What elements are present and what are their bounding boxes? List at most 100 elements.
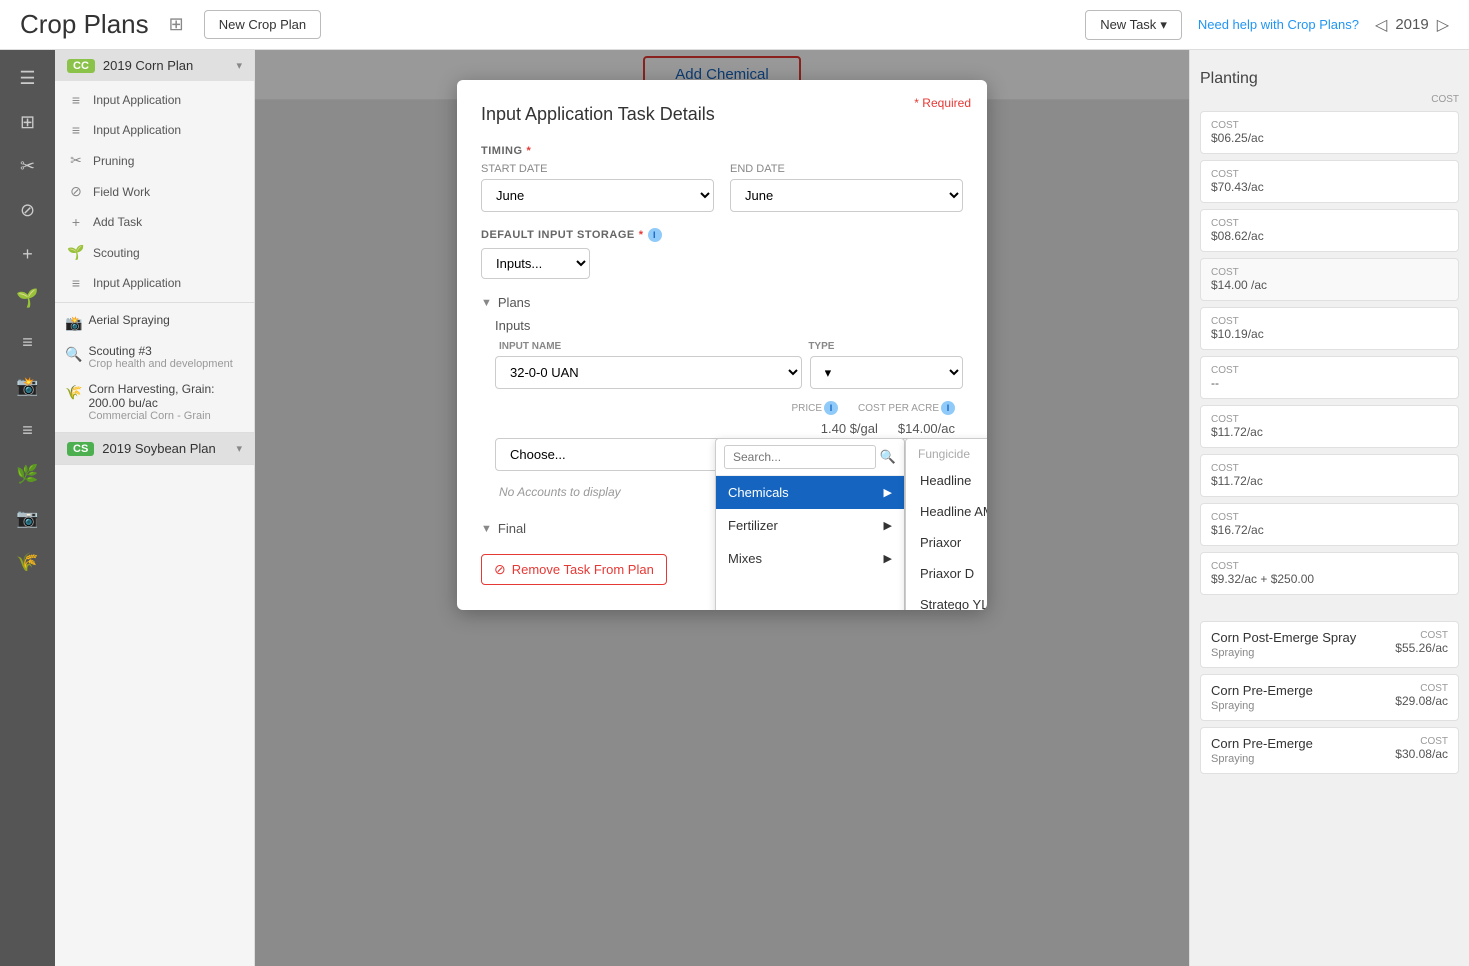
sidebar-icon-camera[interactable]: 📸: [10, 368, 46, 404]
next-year-button[interactable]: ▷: [1437, 15, 1449, 35]
right-item-9: COST $16.72/ac: [1200, 503, 1459, 546]
corn-plan-arrow: ▾: [236, 59, 242, 72]
required-note: * Required: [914, 96, 971, 110]
right-item-1: COST $06.25/ac: [1200, 111, 1459, 154]
input1-type-select[interactable]: ▾: [810, 356, 963, 389]
corn-item-input1[interactable]: ≡ Input Application: [55, 85, 254, 115]
soybean-plan-badge: CS: [67, 442, 94, 456]
left-panel: CC 2019 Corn Plan ▾ ≡ Input Application …: [55, 50, 255, 966]
timing-row: TIMING * START DATE June END DATE: [481, 145, 963, 212]
right-item-2: COST $70.43/ac: [1200, 160, 1459, 203]
corn-item-add[interactable]: + Add Task: [55, 207, 254, 237]
new-task-button[interactable]: New Task ▾: [1085, 10, 1182, 40]
final-arrow: ▼: [481, 523, 492, 535]
category-mixes[interactable]: Mixes ▶: [716, 542, 904, 575]
item-headline[interactable]: Headline: [906, 465, 987, 496]
modal-overlay: Input Application Task Details * Require…: [255, 50, 1189, 966]
corn-plan-section: CC 2019 Corn Plan ▾ ≡ Input Application …: [55, 50, 254, 433]
prev-year-button[interactable]: ◁: [1375, 15, 1387, 35]
planting-header: Planting: [1200, 60, 1459, 94]
top-header: Crop Plans ⊞ New Crop Plan New Task ▾ Ne…: [0, 0, 1469, 50]
year-nav: ◁ 2019 ▷: [1375, 15, 1449, 35]
corn-plan-badge: CC: [67, 59, 95, 73]
grid-icon[interactable]: ⊞: [169, 14, 184, 35]
soybean-plan-name: 2019 Soybean Plan: [102, 441, 215, 456]
input-row-1: 32-0-0 UAN ▾: [495, 356, 963, 389]
corn-pre-emerge-2: Corn Pre-Emerge Spraying COST $30.08/ac: [1200, 727, 1459, 774]
modal-title: Input Application Task Details: [481, 104, 963, 125]
end-date-select[interactable]: June: [730, 179, 963, 212]
price-info-icon: i: [824, 401, 838, 415]
right-item-10: COST $9.32/ac + $250.00: [1200, 552, 1459, 595]
storage-row: DEFAULT INPUT STORAGE * i Inputs...: [481, 228, 963, 279]
mixes-arrow-icon: ▶: [884, 552, 892, 565]
soybean-plan-section: CS 2019 Soybean Plan ▾: [55, 433, 254, 465]
corn-pre-emerge-1: Corn Pre-Emerge Spraying COST $29.08/ac: [1200, 674, 1459, 721]
left-sidebar: ☰ ⊞ ✂ ⊘ + 🌱 ≡ 📸 ≡ 🌿 📷 🌾: [0, 50, 55, 966]
corn-post-emerge: Corn Post-Emerge Spray Spraying COST $55…: [1200, 621, 1459, 668]
item-headline-amp[interactable]: Headline AMP: [906, 496, 987, 527]
input-icon-3: ≡: [67, 275, 85, 291]
input1-select[interactable]: 32-0-0 UAN: [495, 356, 802, 389]
new-crop-plan-button[interactable]: New Crop Plan: [204, 10, 321, 39]
sidebar-icon-scan[interactable]: ≡: [10, 412, 46, 448]
storage-info-icon: i: [648, 228, 662, 242]
right-item-6: COST --: [1200, 356, 1459, 399]
start-date-select[interactable]: June: [481, 179, 714, 212]
harvest-icon: 🌾: [65, 384, 82, 401]
cost-info-icon: i: [941, 401, 955, 415]
plans-section: ▼ Plans Inputs INPUT NAME TYPE: [481, 295, 963, 505]
corn-item-input3[interactable]: ≡ Input Application: [55, 268, 254, 298]
chevron-down-icon: ▾: [1160, 17, 1167, 33]
price-value: 1.40 $/gal: [821, 421, 878, 436]
item-priaxor-d[interactable]: Priaxor D: [906, 558, 987, 589]
fertilizer-arrow-icon: ▶: [884, 519, 892, 532]
right-item-5: COST $10.19/ac: [1200, 307, 1459, 350]
corn-item-scout[interactable]: 🌱 Scouting: [55, 237, 254, 268]
page-title: Crop Plans: [20, 9, 149, 40]
sidebar-icon-crop[interactable]: ✂: [10, 148, 46, 184]
categories-dropdown: 🔍 Chemicals ▶ Fertilizer ▶: [715, 438, 905, 610]
aerial-spraying-item[interactable]: 📸 Aerial Spraying: [55, 307, 254, 338]
right-item-8: COST $11.72/ac: [1200, 454, 1459, 497]
remove-task-button[interactable]: ⊘ Remove Task From Plan: [481, 554, 667, 585]
corn-plan-header[interactable]: CC 2019 Corn Plan ▾: [55, 50, 254, 81]
sidebar-icon-grid[interactable]: ⊞: [10, 104, 46, 140]
corn-harvesting-item[interactable]: 🌾 Corn Harvesting, Grain: 200.00 bu/ac C…: [55, 376, 254, 428]
help-link[interactable]: Need help with Crop Plans?: [1198, 17, 1359, 32]
corn-item-input2[interactable]: ≡ Input Application: [55, 115, 254, 145]
sidebar-icon-leaf[interactable]: 🌿: [10, 456, 46, 492]
category-fertilizer[interactable]: Fertilizer ▶: [716, 509, 904, 542]
search-icon: 🔍: [880, 449, 896, 465]
header-left: Crop Plans ⊞ New Crop Plan: [20, 9, 321, 40]
sidebar-icon-plant[interactable]: 🌱: [10, 280, 46, 316]
field-icon: ⊘: [67, 183, 85, 200]
category-search-input[interactable]: [724, 445, 876, 469]
input-icon-2: ≡: [67, 122, 85, 138]
cost-value: $14.00/ac: [898, 421, 955, 436]
sidebar-icon-spray[interactable]: ≡: [10, 324, 46, 360]
remove-icon: ⊘: [494, 561, 506, 578]
scouting3-item[interactable]: 🔍 Scouting #3 Crop health and developmen…: [55, 338, 254, 376]
storage-select[interactable]: Inputs...: [481, 248, 590, 279]
right-panel: Planting COST COST $06.25/ac COST $70.43…: [1189, 50, 1469, 966]
item-priaxor[interactable]: Priaxor: [906, 527, 987, 558]
plans-arrow: ▼: [481, 297, 492, 309]
corn-item-prune[interactable]: ✂ Pruning: [55, 145, 254, 176]
year-display: 2019: [1395, 16, 1428, 33]
soybean-plan-arrow: ▾: [236, 442, 242, 455]
sidebar-icon-add[interactable]: +: [10, 236, 46, 272]
item-stratego[interactable]: Stratego YLD Fungicide: [906, 589, 987, 610]
sidebar-icon-list[interactable]: ☰: [10, 60, 46, 96]
prune-icon: ✂: [67, 152, 85, 169]
right-item-4: COST $14.00 /ac: [1200, 258, 1459, 301]
main-layout: ☰ ⊞ ✂ ⊘ + 🌱 ≡ 📸 ≡ 🌿 📷 🌾 CC 2019 Corn Pla…: [0, 50, 1469, 966]
category-chemicals[interactable]: Chemicals ▶: [716, 476, 904, 509]
corn-item-field[interactable]: ⊘ Field Work: [55, 176, 254, 207]
center-content: Add Chemical Input Application Task Deta…: [255, 50, 1189, 966]
corn-plan-items: ≡ Input Application ≡ Input Application …: [55, 81, 254, 432]
sidebar-icon-camera2[interactable]: 📷: [10, 500, 46, 536]
sidebar-icon-wheat[interactable]: 🌾: [10, 544, 46, 580]
sidebar-icon-field[interactable]: ⊘: [10, 192, 46, 228]
soybean-plan-header[interactable]: CS 2019 Soybean Plan ▾: [55, 433, 254, 464]
